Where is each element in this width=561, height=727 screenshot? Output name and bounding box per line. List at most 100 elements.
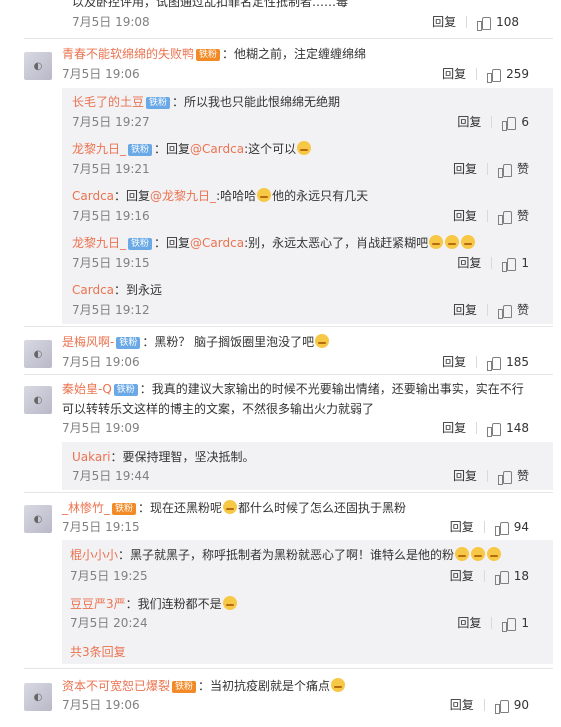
like-count[interactable]: 赞 (517, 208, 529, 224)
avatar-icon: ◐ (33, 691, 43, 703)
reply-button[interactable]: 回复 (453, 468, 477, 484)
like-count[interactable]: 185 (506, 354, 529, 370)
divider (486, 210, 488, 222)
comment-time: 7月5日 19:06 (62, 67, 140, 81)
username-link[interactable]: 棍小小小 (70, 548, 118, 562)
comment-header: 秦始皇-Q 铁粉 ：我真的建议大家输出的时候不光要输出情绪，还要输出事实，实在不行 (62, 381, 524, 397)
comment-actions: 回复 259 (442, 66, 529, 83)
reply-text: ：到永远 (114, 283, 163, 297)
emoji-icon (222, 596, 237, 610)
reply-thread: 棍小小小：黑子就黑子，称呼抵制者为黑粉就恶心了啊！谁特么是他的粉 7月5日 19… (62, 540, 553, 664)
like-icon[interactable] (487, 68, 502, 83)
reply-button[interactable]: 回复 (432, 14, 456, 30)
like-count[interactable]: 18 (514, 568, 529, 584)
username-link[interactable]: 秦始皇-Q (62, 382, 112, 396)
reply-button[interactable]: 回复 (442, 420, 466, 436)
like-count[interactable]: 259 (506, 66, 529, 82)
like-icon[interactable] (502, 116, 517, 131)
like-icon[interactable] (494, 570, 509, 585)
reply-button[interactable]: 回复 (450, 697, 474, 713)
like-icon[interactable] (497, 210, 512, 225)
reply-button[interactable]: 回复 (450, 519, 474, 535)
divider (476, 422, 478, 434)
username-link[interactable]: _林惨竹_ (62, 501, 110, 515)
fan-badge: 铁粉 (128, 238, 153, 250)
username-link[interactable]: 青春不能软绵绵的失败鸭 (62, 47, 194, 61)
username-link[interactable]: 龙黎九日_ (72, 142, 126, 156)
username-link[interactable]: 豆豆严3严 (70, 597, 126, 611)
like-count[interactable]: 1 (521, 615, 529, 631)
reply-button[interactable]: 回复 (457, 255, 481, 271)
reply-button[interactable]: 回复 (442, 354, 466, 370)
vip-badge: 铁粉 (172, 681, 197, 693)
reply-header: Uakari：要保持理智，坚决抵制。 (72, 449, 255, 465)
like-count[interactable]: 148 (506, 420, 529, 436)
emoji-icon (461, 235, 476, 249)
mention-link[interactable]: @龙黎九日_ (150, 189, 216, 203)
reply-actions: 回复 赞 (453, 468, 529, 485)
reply-actions: 回复 18 (450, 568, 529, 585)
reply-button[interactable]: 回复 (457, 615, 481, 631)
avatar-icon: ◐ (33, 348, 43, 360)
avatar[interactable]: ◐ (24, 505, 52, 533)
avatar[interactable]: ◐ (24, 52, 52, 80)
avatar[interactable]: ◐ (24, 340, 52, 368)
divider (476, 356, 478, 368)
reply-prefix: ：回复 (154, 236, 191, 250)
like-icon[interactable] (487, 422, 502, 437)
like-icon[interactable] (497, 163, 512, 178)
reply-button[interactable]: 回复 (450, 568, 474, 584)
reply-header: 龙黎九日_ 铁粉 ：回复@Cardca:这个可以 (72, 141, 312, 157)
reply-button[interactable]: 回复 (442, 66, 466, 82)
divider (486, 470, 488, 482)
reply-text: :别，永远太恶心了，肖战赶紧糊吧 (244, 236, 429, 250)
emoji-icon (223, 500, 238, 514)
reply-button[interactable]: 回复 (453, 302, 477, 318)
comment-header: 资本不可宽恕已爆裂 铁粉 ：当初抗疫剧就是个痛点 (62, 678, 346, 694)
like-icon[interactable] (477, 16, 492, 31)
like-icon[interactable] (497, 470, 512, 485)
reply-time: 7月5日 19:16 (72, 209, 150, 223)
like-icon[interactable] (502, 617, 517, 632)
reply-text: ：要保持理智，坚决抵制。 (110, 450, 255, 464)
reply-time: 7月5日 19:25 (70, 569, 148, 583)
like-count[interactable]: 94 (514, 519, 529, 535)
like-count[interactable]: 赞 (517, 161, 529, 177)
username-link[interactable]: 资本不可宽恕已爆裂 (62, 679, 170, 693)
like-count[interactable]: 108 (496, 14, 519, 30)
reply-button[interactable]: 回复 (453, 208, 477, 224)
username-link[interactable]: Uakari (72, 450, 111, 464)
username-link[interactable]: 是梅风啊- (62, 335, 114, 349)
reply-actions: 回复 赞 (453, 208, 529, 225)
like-count[interactable]: 赞 (517, 302, 529, 318)
like-icon[interactable] (502, 257, 517, 272)
mention-link[interactable]: @Cardca (190, 142, 244, 156)
comment-time: 7月5日 19:06 (62, 355, 140, 369)
divider (24, 492, 553, 493)
like-count[interactable]: 6 (521, 114, 529, 130)
like-icon[interactable] (487, 356, 502, 371)
reply-text: ：所以我也只能此恨绵绵无绝期 (172, 95, 341, 109)
username-link[interactable]: Cardca (72, 283, 114, 297)
avatar[interactable]: ◐ (24, 386, 52, 414)
reply-button[interactable]: 回复 (457, 114, 481, 130)
username-link[interactable]: 长毛了的土豆 (72, 95, 144, 109)
reply-prefix: ：回复 (154, 142, 191, 156)
more-replies-link[interactable]: 共3条回复 (70, 644, 126, 660)
username-link[interactable]: Cardca (72, 189, 114, 203)
like-icon[interactable] (494, 521, 509, 536)
like-count[interactable]: 90 (514, 697, 529, 713)
reply-header: Cardca：到永远 (72, 282, 162, 298)
divider (491, 617, 493, 629)
username-link[interactable]: 龙黎九日_ (72, 236, 126, 250)
like-icon[interactable] (494, 699, 509, 714)
reply-button[interactable]: 回复 (453, 161, 477, 177)
like-count[interactable]: 1 (521, 255, 529, 271)
avatar-icon: ◐ (33, 394, 43, 406)
comment-text: ：他糊之前，注定缠缠绵绵 (222, 47, 367, 61)
like-icon[interactable] (497, 304, 512, 319)
avatar[interactable]: ◐ (24, 683, 52, 711)
like-count[interactable]: 赞 (517, 468, 529, 484)
mention-link[interactable]: @Cardca (190, 236, 244, 250)
comment-text-continued: 都什么时候了怎么还固执于黑粉 (238, 501, 407, 515)
